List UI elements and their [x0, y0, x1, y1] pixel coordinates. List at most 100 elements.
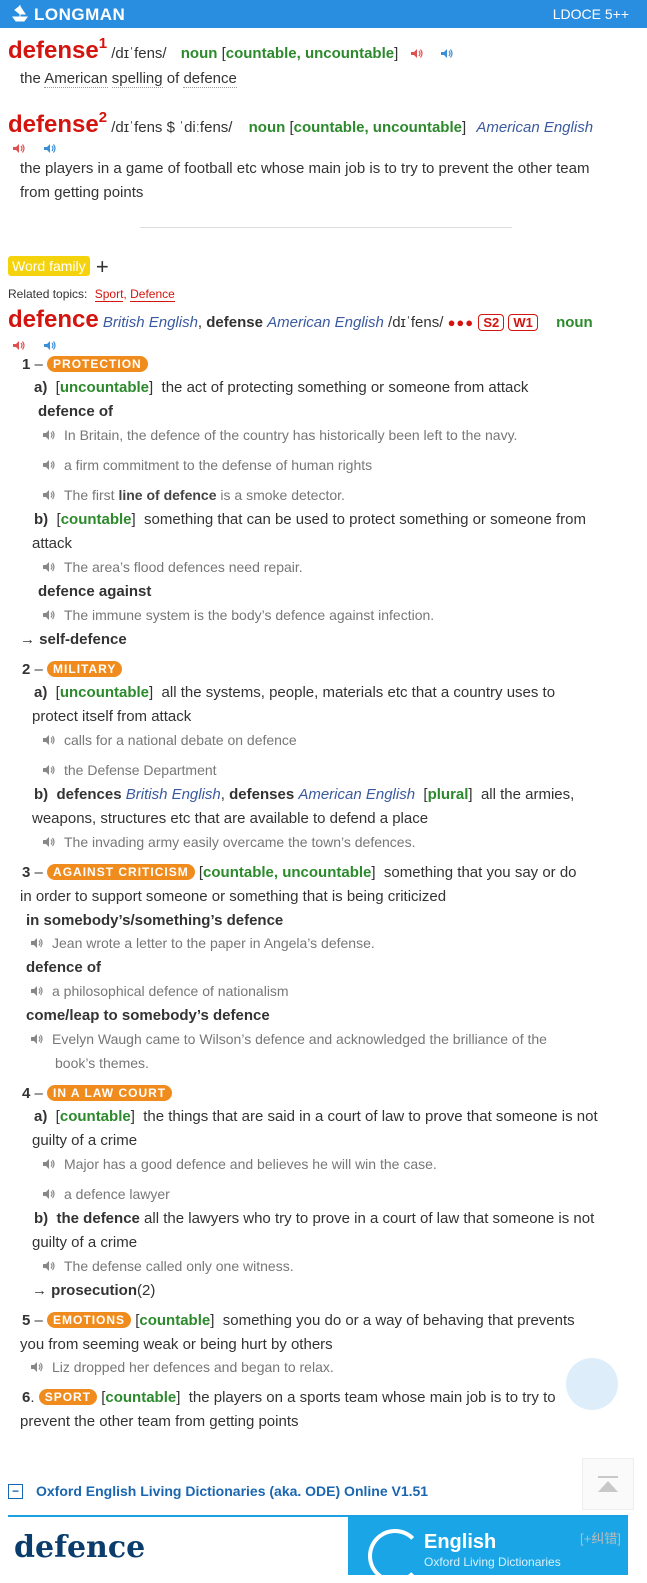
sense-4b: b) the defence all the lawyers who try t… [34, 1210, 595, 1227]
brand-logo: LONGMAN [12, 4, 125, 25]
sense-5-heading: 5 – EMOTIONS [countable] something you d… [22, 1312, 575, 1329]
headword: defense2 [8, 109, 108, 138]
ode-section-header[interactable]: − Oxford English Living Dictionaries (ak… [8, 1483, 628, 1503]
sense-3-cont: in order to support someone or something… [20, 888, 447, 905]
example-cont: book’s themes. [55, 1055, 149, 1071]
example: The invading army easily overcame the to… [42, 834, 415, 850]
example-speaker-icon[interactable] [30, 1033, 44, 1045]
example-speaker-icon[interactable] [42, 734, 56, 746]
signpost: EMOTIONS [47, 1312, 132, 1328]
ship-logo-icon [12, 4, 28, 22]
expand-plus-icon[interactable]: + [96, 254, 109, 279]
signpost: IN A LAW COURT [47, 1085, 173, 1101]
ode-section-title: Oxford English Living Dictionaries (aka.… [36, 1483, 429, 1499]
speaker-us-icon[interactable] [43, 340, 56, 351]
definition-line-1: the players in a game of football etc wh… [20, 160, 590, 177]
example: calls for a national debate on defence [42, 732, 297, 748]
speaker-us-icon[interactable] [43, 143, 56, 154]
example-speaker-icon[interactable] [42, 459, 56, 471]
example-speaker-icon[interactable] [30, 937, 44, 949]
word-family-row: Word family + [8, 254, 109, 280]
region-label: American English [267, 314, 384, 331]
example-speaker-icon[interactable] [42, 1260, 56, 1272]
example-speaker-icon[interactable] [30, 1361, 44, 1373]
entry-defense-2: defense2 /dɪˈfens $ ˈdiːfens/ noun [coun… [8, 109, 593, 139]
region-label: British English [102, 314, 198, 331]
collapse-toggle[interactable]: − [8, 1484, 23, 1499]
topic-link-sport[interactable]: Sport [94, 287, 124, 302]
sense-2a: a) [uncountable] all the systems, people… [34, 684, 556, 701]
xref-link-self-defence[interactable]: self-defence [39, 631, 127, 648]
signpost: PROTECTION [47, 356, 148, 372]
example-speaker-icon[interactable] [42, 764, 56, 776]
speaker-uk-icon[interactable] [410, 48, 424, 59]
word-family-button[interactable]: Word family [8, 256, 90, 276]
sense-2a-cont: protect itself from attack [32, 708, 192, 725]
grammar-code: [countable, uncountable] [221, 45, 399, 62]
watermark-logo-icon [566, 1358, 618, 1410]
example: Jean wrote a letter to the paper in Ange… [30, 935, 375, 951]
example: The immune system is the body’s defence … [42, 607, 434, 623]
cross-reference: → self-defence [20, 631, 127, 648]
written-frequency-badge: W1 [508, 314, 538, 331]
grammar-code: [countable, uncountable] [289, 119, 467, 136]
xref-link-prosecution[interactable]: prosecution [51, 1282, 137, 1299]
sense-4b-cont: guilty of a crime [32, 1234, 138, 1251]
part-of-speech: noun [180, 45, 218, 62]
sense-4a: a) [countable] the things that are said … [34, 1108, 598, 1125]
signpost: AGAINST CRITICISM [47, 864, 195, 880]
sense-4-heading: 4 – IN A LAW COURT [22, 1085, 173, 1102]
spoken-frequency-badge: S2 [478, 314, 505, 331]
speaker-uk-icon[interactable] [12, 143, 25, 154]
collocation: defence of [26, 959, 102, 976]
sense-5-cont: you from seeming weak or being hurt by o… [20, 1336, 333, 1353]
example: The area’s flood defences need repair. [42, 559, 303, 575]
collocation: defence of [38, 403, 114, 420]
cross-reference: → prosecution(2) [32, 1282, 156, 1299]
ode-headword: defence [14, 1530, 146, 1565]
related-topics: Related topics: Sport, Defence [8, 287, 175, 302]
example: the Defense Department [42, 762, 217, 778]
sense-1a: a) [uncountable] the act of protecting s… [34, 379, 529, 396]
example-speaker-icon[interactable] [42, 609, 56, 621]
sense-4a-cont: guilty of a crime [32, 1132, 138, 1149]
sense-1b-cont: attack [32, 535, 73, 552]
report-error-link[interactable]: [+纠错] [580, 1528, 621, 1547]
pronunciation: /dɪˈfens/ [388, 314, 444, 331]
example-speaker-icon[interactable] [42, 561, 56, 573]
example-speaker-icon[interactable] [30, 985, 44, 997]
signpost: MILITARY [47, 661, 123, 677]
example: In Britain, the defence of the country h… [42, 427, 517, 443]
frequency-dots: ●●● [447, 315, 475, 330]
topic-link-defence[interactable]: Defence [130, 287, 175, 302]
example: Liz dropped her defences and began to re… [30, 1359, 334, 1375]
sense-1b: b) [countable] something that can be use… [34, 511, 586, 528]
example: Evelyn Waugh came to Wilson’s defence an… [30, 1031, 547, 1047]
pronunciation-buttons [12, 337, 56, 354]
sense-6-cont: prevent the other team from getting poin… [20, 1413, 299, 1430]
example: a philosophical defence of nationalism [30, 983, 289, 999]
example-speaker-icon[interactable] [42, 489, 56, 501]
example-speaker-icon[interactable] [42, 836, 56, 848]
divider [140, 227, 512, 228]
example: The defense called only one witness. [42, 1258, 294, 1274]
part-of-speech: noun [556, 314, 593, 331]
example-speaker-icon[interactable] [42, 1188, 56, 1200]
definition: the American spelling of defence [20, 70, 237, 88]
sense-6-heading: 6. SPORT [countable] the players on a sp… [22, 1389, 556, 1406]
brand-name: LONGMAN [34, 5, 126, 24]
speaker-uk-icon[interactable] [12, 340, 25, 351]
example-speaker-icon[interactable] [42, 429, 56, 441]
example-speaker-icon[interactable] [42, 1158, 56, 1170]
example: a defence lawyer [42, 1186, 170, 1202]
sense-2b-cont: weapons, structures etc that are availab… [32, 810, 429, 827]
example: Major has a good defence and believes he… [42, 1156, 437, 1172]
pronunciation: /dɪˈfens $ ˈdiːfens/ [111, 119, 233, 136]
entry-defense-1: defense1 /dɪˈfens/ noun [countable, unco… [8, 35, 453, 65]
collocation: defence against [38, 583, 152, 600]
speaker-us-icon[interactable] [440, 48, 453, 59]
signpost: SPORT [38, 1389, 98, 1405]
headword: defence [8, 306, 99, 333]
sense-2-heading: 2 – MILITARY [22, 661, 123, 678]
dictionary-version: LDOCE 5++ [552, 6, 629, 22]
